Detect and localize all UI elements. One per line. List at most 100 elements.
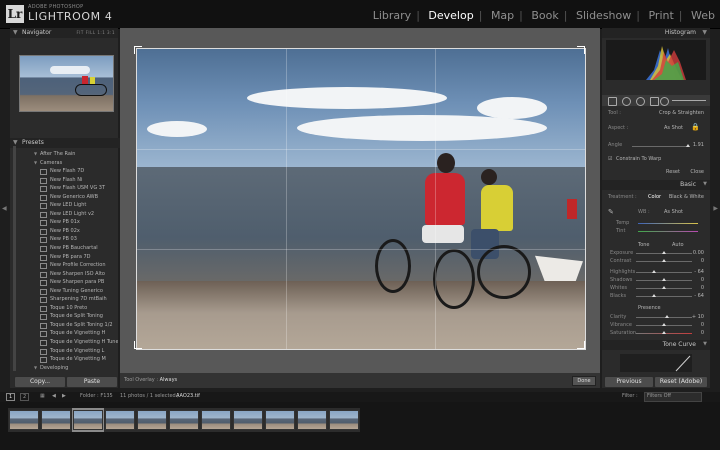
copy-button[interactable]: Copy... — [14, 376, 66, 388]
clarity-value[interactable]: + 10 — [692, 314, 704, 320]
eyedropper-icon[interactable]: ✎ — [608, 208, 614, 216]
preset-item[interactable]: New Flash USM VG 3T — [10, 184, 118, 193]
navigator-zoom-options[interactable]: FIT FILL 1:1 3:1 — [76, 28, 115, 38]
saturation-value[interactable]: 0 — [701, 330, 704, 336]
crop-corner-handle[interactable] — [134, 46, 142, 54]
angle-slider[interactable] — [632, 146, 687, 147]
highlights-value[interactable]: - 64 — [694, 269, 704, 275]
blacks-value[interactable]: - 64 — [694, 293, 704, 299]
module-slideshow[interactable]: Slideshow — [571, 9, 636, 22]
filmstrip-cell[interactable] — [296, 408, 328, 432]
preset-item[interactable]: New LED Light v2 — [10, 210, 118, 219]
temp-slider[interactable] — [638, 223, 698, 224]
crop-reset-button[interactable]: Reset — [666, 169, 680, 175]
reset-adobe-button[interactable]: Reset (Adobe) — [654, 376, 708, 388]
preset-item[interactable]: Toque de Split Toning 1/2 — [10, 321, 118, 330]
slider-knob[interactable] — [662, 286, 666, 289]
preset-item[interactable]: Toque de Split Toning — [10, 312, 118, 321]
preset-item[interactable]: Toque de Vignetting L — [10, 347, 118, 356]
slider-knob[interactable] — [662, 259, 666, 262]
module-map[interactable]: Map — [486, 9, 519, 22]
filmstrip-cell[interactable] — [328, 408, 360, 432]
preset-item[interactable]: Toque 10 Preto — [10, 304, 118, 313]
basic-header[interactable]: Basic ▼ — [602, 180, 710, 190]
tool-overlay-control[interactable]: Tool Overlay : Always — [124, 377, 177, 383]
photo-thumbnail[interactable] — [137, 410, 167, 430]
done-button[interactable]: Done — [572, 376, 596, 386]
module-develop[interactable]: Develop — [423, 9, 478, 22]
right-panel-toggle-icon[interactable]: ▶ — [713, 205, 718, 212]
photo-thumbnail[interactable] — [9, 410, 39, 430]
preset-item[interactable]: New PB 01x — [10, 218, 118, 227]
adjustment-brush-icon[interactable] — [660, 97, 669, 106]
filmstrip-cell[interactable] — [104, 408, 136, 432]
angle-value[interactable]: 1.91 — [693, 142, 704, 148]
navigator-header[interactable]: ▼ Navigator FIT FILL 1:1 3:1 — [10, 28, 118, 38]
contrast-value[interactable]: 0 — [701, 258, 704, 264]
filter-select[interactable]: Filters Off — [644, 392, 702, 402]
photo-thumbnail[interactable] — [265, 410, 295, 430]
preset-item[interactable]: New Sharpen para PB — [10, 278, 118, 287]
preset-folder[interactable]: ▼ Developing — [10, 364, 118, 373]
crop-corner-handle[interactable] — [134, 341, 142, 349]
forward-arrow-icon[interactable]: ▶ — [62, 393, 66, 399]
preset-item[interactable]: New Flash 7D — [10, 167, 118, 176]
slider-knob[interactable] — [662, 278, 666, 281]
module-print[interactable]: Print — [643, 9, 678, 22]
slider-knob[interactable] — [652, 270, 656, 273]
tone-auto-button[interactable]: Auto — [672, 242, 684, 248]
module-book[interactable]: Book — [526, 9, 563, 22]
slider-knob[interactable] — [652, 294, 656, 297]
preset-item[interactable]: New PB 03 — [10, 235, 118, 244]
filmstrip-cell[interactable] — [136, 408, 168, 432]
paste-button[interactable]: Paste — [66, 376, 118, 388]
filmstrip-cell[interactable] — [264, 408, 296, 432]
red-eye-icon[interactable] — [636, 97, 645, 106]
tint-slider[interactable] — [638, 231, 698, 232]
preset-item[interactable]: New PB para 7D — [10, 253, 118, 262]
slider-knob[interactable] — [662, 323, 666, 326]
preset-item[interactable]: New PB Bauchartal — [10, 244, 118, 253]
shadows-value[interactable]: 0 — [701, 277, 704, 283]
preset-item[interactable]: New PB 02x — [10, 227, 118, 236]
histogram-graph[interactable] — [606, 40, 706, 80]
preset-item[interactable]: New Tuning Generico — [10, 287, 118, 296]
page-1-button[interactable]: 1 — [6, 393, 16, 401]
page-2-button[interactable]: 2 — [20, 393, 30, 401]
tone-curve-header[interactable]: Tone Curve ▼ — [602, 340, 710, 350]
wb-value[interactable]: As Shot — [664, 209, 683, 215]
previous-button[interactable]: Previous — [604, 376, 654, 388]
folder-label[interactable]: Folder : F135 — [80, 393, 113, 399]
tone-curve-graph[interactable] — [620, 354, 692, 372]
filmstrip-cell[interactable] — [8, 408, 40, 432]
spot-removal-icon[interactable] — [622, 97, 631, 106]
photo-thumbnail[interactable] — [41, 410, 71, 430]
treatment-bw-option[interactable]: Black & White — [669, 194, 704, 200]
photo-thumbnail[interactable] — [201, 410, 231, 430]
aspect-value[interactable]: As Shot — [664, 125, 683, 131]
clarity-slider[interactable] — [636, 317, 692, 318]
back-arrow-icon[interactable]: ◀ — [52, 393, 56, 399]
preset-item[interactable]: Sharpening 7D mtBaih — [10, 295, 118, 304]
crop-overlay-icon[interactable] — [608, 97, 617, 106]
constrain-checkbox-icon[interactable]: ☑ — [608, 156, 612, 162]
filmstrip-cell-selected[interactable] — [72, 408, 104, 432]
preset-item[interactable]: Toque de Vignetting H — [10, 329, 118, 338]
crop-corner-handle[interactable] — [577, 341, 585, 349]
preset-item[interactable]: Toque de Vignetting M — [10, 355, 118, 364]
preset-item[interactable]: New Flash Ni — [10, 176, 118, 185]
filmstrip-cell[interactable] — [168, 408, 200, 432]
tool-slider[interactable] — [672, 100, 706, 101]
preset-folder[interactable]: ▼ After The Rain — [10, 150, 118, 159]
tool-overlay-value[interactable]: Always — [160, 377, 178, 383]
photo-thumbnail[interactable] — [169, 410, 199, 430]
grid-view-icon[interactable]: ▦ — [40, 393, 45, 399]
exposure-value[interactable]: 0.00 — [693, 250, 704, 256]
preset-item[interactable]: New Profile Correction — [10, 261, 118, 270]
preset-folder[interactable]: ▼ Cameras — [10, 159, 118, 168]
crop-frame[interactable] — [136, 48, 586, 350]
crop-close-button[interactable]: Close — [690, 169, 704, 175]
lock-icon[interactable]: 🔒 — [691, 123, 700, 131]
slider-knob[interactable] — [665, 315, 669, 318]
angle-slider-knob[interactable] — [686, 144, 690, 147]
